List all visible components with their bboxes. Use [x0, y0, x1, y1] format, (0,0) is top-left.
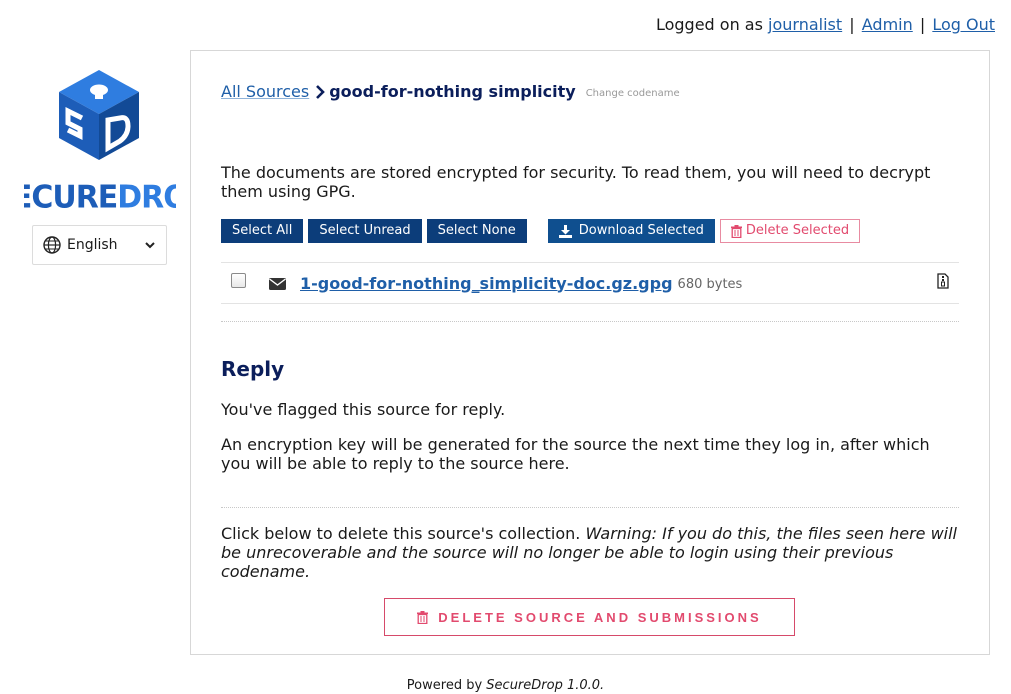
chevron-down-icon [145, 242, 155, 249]
submission-list: 1-good-for-nothing_simplicity-doc.gz.gpg… [221, 262, 959, 304]
divider [221, 321, 959, 322]
key-generation-notice: An encryption key will be generated for … [221, 435, 930, 473]
globe-icon [43, 236, 61, 254]
divider [221, 507, 959, 508]
trash-icon [730, 224, 742, 238]
file-checkbox[interactable] [231, 272, 246, 288]
separator: | [919, 15, 926, 34]
delete-source-label: DELETE SOURCE AND SUBMISSIONS [438, 609, 762, 625]
logged-on-label: Logged on as [655, 15, 763, 34]
version-label: SecureDrop 1.0.0. [486, 678, 605, 693]
select-all-button[interactable]: Select All [221, 219, 304, 243]
admin-link[interactable]: Admin [862, 15, 913, 34]
download-icon [558, 224, 572, 238]
select-unread-button[interactable]: Select Unread [308, 219, 422, 243]
list-item: 1-good-for-nothing_simplicity-doc.gz.gpg… [221, 262, 959, 304]
all-sources-link[interactable]: All Sources [221, 82, 309, 101]
file-archive-icon[interactable] [937, 273, 949, 289]
trash-icon [417, 610, 429, 624]
login-status-bar: Logged on as journalist | Admin | Log Ou… [656, 15, 995, 34]
envelope-icon [269, 278, 286, 290]
chevron-right-icon [316, 84, 326, 99]
delete-warning: Click below to delete this source's coll… [221, 524, 959, 581]
change-codename-button[interactable]: Change codename [586, 88, 680, 99]
file-download-link[interactable]: 1-good-for-nothing_simplicity-doc.gz.gpg [300, 274, 673, 293]
delete-selected-button[interactable]: Delete Selected [719, 219, 861, 243]
securedrop-logo[interactable]: SECUREDROP [24, 68, 176, 208]
delete-selected-label: Delete Selected [745, 223, 850, 238]
source-panel: All Sources good-for-nothing simplicity … [190, 50, 990, 655]
logout-link[interactable]: Log Out [932, 15, 995, 34]
select-none-button[interactable]: Select None [426, 219, 527, 243]
delete-intro: Click below to delete this source's coll… [221, 524, 581, 543]
flagged-message: You've flagged this source for reply. [221, 400, 506, 419]
svg-text:SECUREDROP: SECUREDROP [24, 179, 176, 208]
footer: Powered by SecureDrop 1.0.0. [0, 678, 1011, 693]
language-label: English [67, 237, 118, 253]
breadcrumb: All Sources good-for-nothing simplicity … [221, 82, 680, 101]
separator: | [849, 15, 855, 34]
source-codename: good-for-nothing simplicity [329, 82, 576, 101]
username-link[interactable]: journalist [768, 15, 842, 34]
selection-toolbar: Select All Select Unread Select None Dow… [221, 219, 865, 243]
language-select[interactable]: English [32, 225, 167, 265]
file-size: 680 bytes [677, 276, 743, 292]
powered-by-label: Powered by [406, 678, 483, 693]
reply-heading: Reply [221, 357, 285, 381]
download-selected-button[interactable]: Download Selected [547, 219, 715, 243]
encryption-notice: The documents are stored encrypted for s… [221, 163, 931, 201]
delete-source-button[interactable]: DELETE SOURCE AND SUBMISSIONS [384, 598, 795, 636]
download-selected-label: Download Selected [578, 223, 704, 238]
